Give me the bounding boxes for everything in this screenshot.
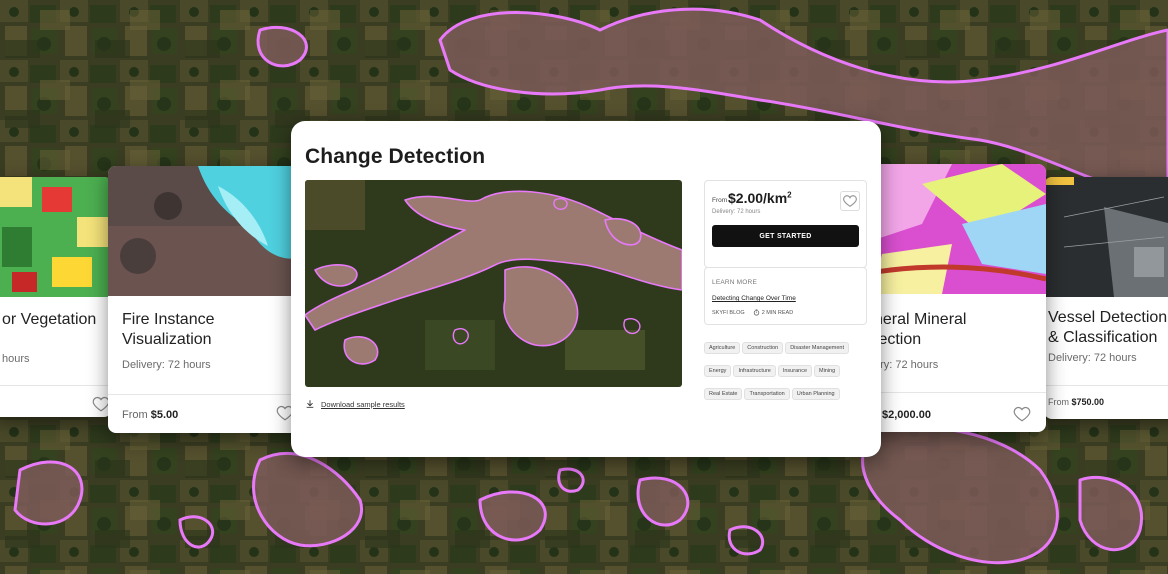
industry-tag[interactable]: Energy xyxy=(704,365,732,377)
blog-meta: SKYFI BLOG 2 MIN READ xyxy=(712,309,793,316)
price-value: $5.00 xyxy=(150,409,179,421)
card-divider xyxy=(862,392,1046,393)
card-delivery: Delivery: 72 hours xyxy=(1048,352,1137,364)
read-time-label: 2 MIN READ xyxy=(761,309,794,316)
card-divider xyxy=(1044,385,1168,386)
industry-tag[interactable]: Insurance xyxy=(777,365,812,377)
download-icon xyxy=(306,400,314,408)
card-title: Fire Instance Visualization xyxy=(122,311,215,348)
price-value: $2.00/km2 xyxy=(728,190,792,206)
industry-tag[interactable]: Agriculture xyxy=(704,342,741,354)
industry-tag[interactable]: Urban Planning xyxy=(791,388,840,400)
card-thumbnail-mineral xyxy=(862,164,1046,294)
price-value: $2,000.00 xyxy=(882,409,931,421)
industry-tag[interactable]: Infrastructure xyxy=(733,365,776,377)
card-price: $2,000.00 xyxy=(882,409,931,421)
price-value: $750.00 xyxy=(1071,397,1105,407)
timer-icon xyxy=(753,309,759,316)
delivery-label: Delivery: 72 hours xyxy=(712,209,761,215)
download-sample-link[interactable]: Download sample results xyxy=(305,399,405,409)
price-from-label: From xyxy=(122,409,148,421)
price-amount: $2.00/km xyxy=(728,190,788,206)
card-title: Vessel Detection & Classification xyxy=(1048,309,1168,346)
blog-article-link[interactable]: Detecting Change Over Time xyxy=(712,295,796,302)
card-thumbnail-vegetation xyxy=(0,177,112,297)
card-price: From $5.00 xyxy=(122,409,178,421)
card-vessel-detection[interactable]: Vessel Detection & Classification Delive… xyxy=(1044,177,1168,419)
card-change-detection: Change Detection Download sample results… xyxy=(291,121,881,457)
card-delivery: Delivery: 72 hours xyxy=(122,359,211,371)
industry-tags: Agriculture Construction Disaster Manageme… xyxy=(704,336,874,405)
card-thumbnail-fire xyxy=(108,166,306,296)
card-delivery: hours xyxy=(2,353,30,365)
card-title: or Vegetation xyxy=(2,311,97,328)
card-delivery: ery: 72 hours xyxy=(874,359,939,371)
price-from-label: From xyxy=(712,197,728,204)
favorite-heart-icon[interactable] xyxy=(1013,405,1031,423)
card-mineral-detection[interactable]: neral Mineral tection ery: 72 hours $2,0… xyxy=(862,164,1046,432)
learn-more-panel: LEARN MORE Detecting Change Over Time SK… xyxy=(704,267,867,325)
pricing-panel: From $2.00/km2 Delivery: 72 hours GET ST… xyxy=(704,180,867,268)
learn-more-heading: LEARN MORE xyxy=(712,279,757,286)
price-unit-exponent: 2 xyxy=(787,190,792,200)
blog-source-label: SKYFI BLOG xyxy=(712,309,745,316)
card-fire-instance[interactable]: Fire Instance Visualization Delivery: 72… xyxy=(108,166,306,433)
get-started-button[interactable]: GET STARTED xyxy=(712,225,859,247)
price-from-label: From xyxy=(1048,397,1069,407)
card-divider xyxy=(0,385,112,386)
change-detection-sample-map[interactable] xyxy=(305,180,682,387)
card-vegetation[interactable]: or Vegetation hours xyxy=(0,177,112,417)
card-divider xyxy=(108,394,306,395)
favorite-heart-icon[interactable] xyxy=(840,191,860,211)
card-price: From $750.00 xyxy=(1048,397,1104,407)
industry-tag[interactable]: Construction xyxy=(742,342,784,354)
read-time: 2 MIN READ xyxy=(753,309,793,316)
card-thumbnail-vessel xyxy=(1044,177,1168,297)
industry-tag[interactable]: Real Estate xyxy=(704,388,743,400)
industry-tag[interactable]: Mining xyxy=(814,365,841,377)
industry-tag[interactable]: Disaster Management xyxy=(785,342,849,354)
page-title: Change Detection xyxy=(305,145,486,168)
card-title: neral Mineral tection xyxy=(874,311,967,348)
industry-tag[interactable]: Transportation xyxy=(744,388,790,400)
download-label: Download sample results xyxy=(321,399,405,409)
